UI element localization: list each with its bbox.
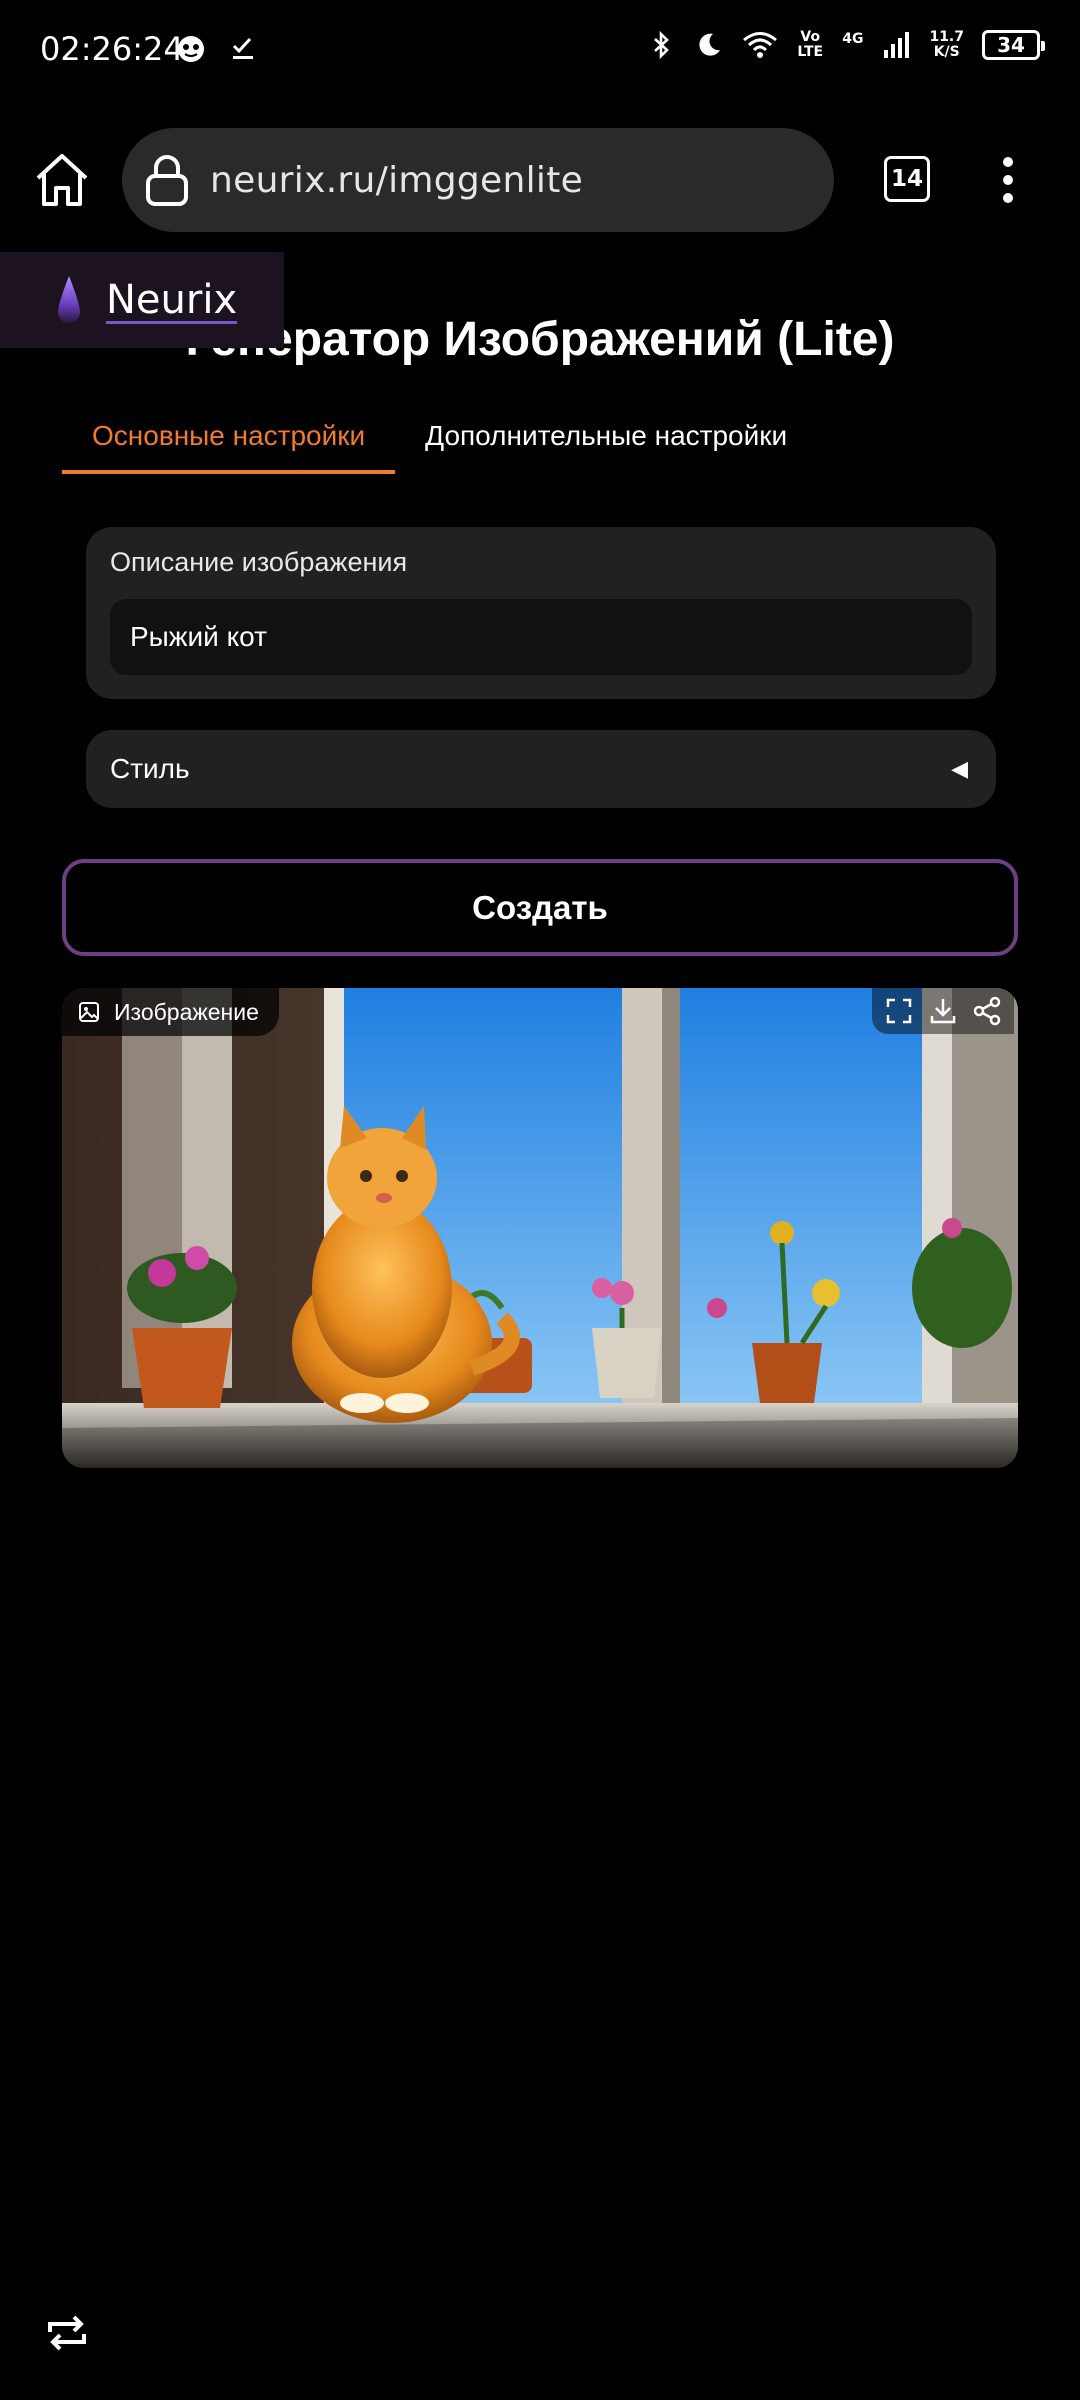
description-card: Описание изображения (86, 527, 996, 699)
generated-image-panel: Изображение (62, 988, 1018, 1468)
tab-advanced-settings[interactable]: Дополнительные настройки (395, 412, 817, 474)
brand-badge[interactable]: Neurix (0, 252, 284, 348)
battery-indicator: 34 (982, 30, 1045, 60)
status-time: 02:26:24 (40, 30, 184, 68)
volte-indicator: Vo LTE (797, 29, 824, 60)
share-icon[interactable] (972, 996, 1002, 1026)
create-button[interactable]: Создать (62, 859, 1018, 956)
image-label-text: Изображение (114, 998, 259, 1025)
status-notification-icons (176, 34, 258, 64)
style-select[interactable]: Стиль ◀ (86, 730, 996, 808)
url-text[interactable]: neurix.ru/imggenlite (210, 160, 583, 201)
image-label: Изображение (62, 988, 279, 1036)
tab-count: 14 (890, 166, 923, 192)
status-bar: 02:26:24 Vo LTE 4G 11.7 K/S 34 (0, 0, 1080, 110)
image-icon (79, 1002, 99, 1022)
caret-left-icon: ◀ (951, 756, 968, 782)
image-actions (872, 988, 1014, 1034)
url-bar[interactable]: neurix.ru/imggenlite (122, 128, 834, 232)
tab-switcher-button[interactable]: 14 (884, 156, 930, 202)
signal-icon (884, 32, 910, 58)
fullscreen-icon[interactable] (884, 996, 914, 1026)
menu-icon[interactable] (994, 155, 1022, 205)
lock-icon[interactable] (144, 154, 190, 206)
repeat-icon[interactable] (44, 2314, 90, 2352)
settings-tabs: Основные настройки Дополнительные настро… (62, 412, 817, 474)
generated-cat-image[interactable] (62, 988, 1018, 1468)
description-label: Описание изображения (110, 547, 408, 577)
bluetooth-icon (654, 30, 670, 60)
tab-basic-settings[interactable]: Основные настройки (62, 412, 396, 474)
neurix-logo-icon (58, 276, 80, 323)
moon-icon (699, 33, 721, 56)
battery-level: 34 (997, 33, 1025, 57)
download-icon[interactable] (928, 996, 958, 1026)
network-type: 4G (842, 30, 864, 47)
home-icon[interactable] (32, 150, 92, 210)
network-speed-value: 11.7 (929, 29, 964, 45)
wifi-icon (743, 32, 778, 58)
network-speed-unit: K/S (933, 44, 960, 60)
status-system-icons: Vo LTE 4G 11.7 K/S 34 (646, 29, 1045, 60)
checklist-icon (232, 37, 253, 59)
brand-name[interactable]: Neurix (106, 277, 237, 323)
notification-app-icon (178, 36, 204, 62)
network-speed: 11.7 K/S (929, 30, 964, 60)
description-input[interactable] (110, 599, 972, 675)
style-label: Стиль (110, 753, 190, 784)
